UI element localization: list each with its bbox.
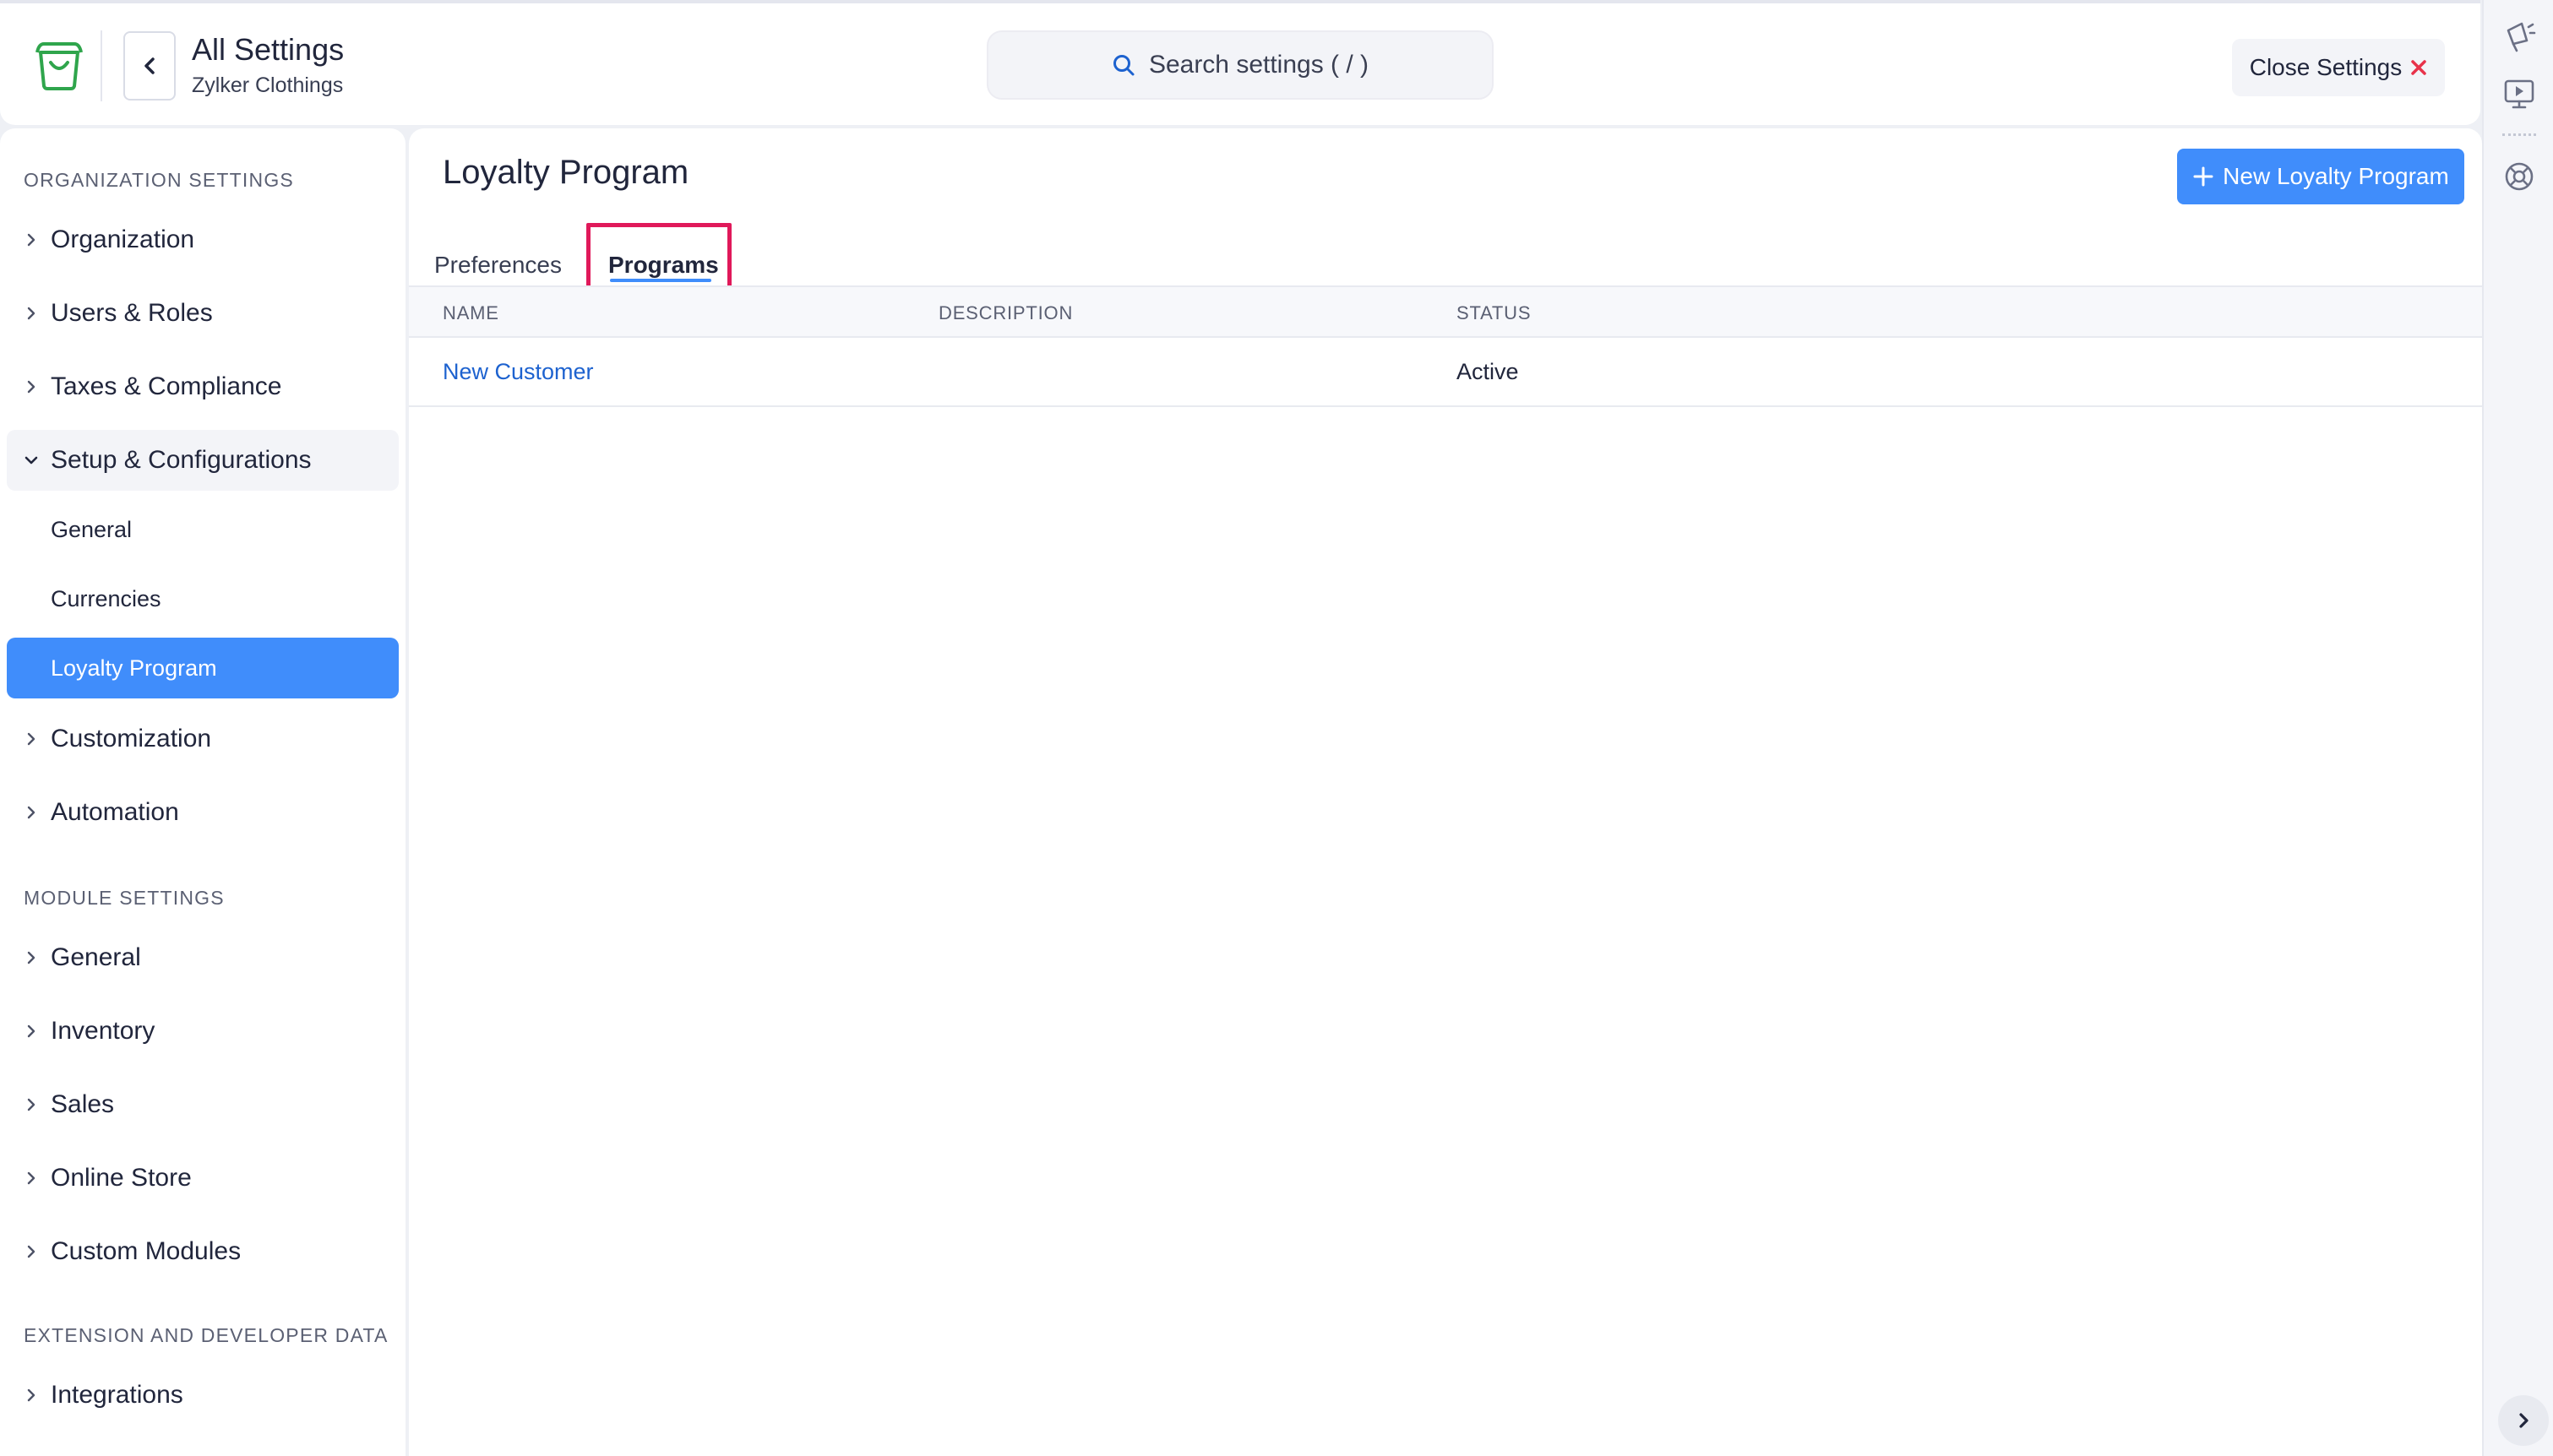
announcement-icon[interactable] (2501, 19, 2537, 54)
chevron-right-icon (2519, 1413, 2529, 1428)
page-title: Loyalty Program (443, 154, 689, 191)
main-content: Loyalty Program New Loyalty Program Pref… (409, 128, 2482, 1456)
settings-header: All Settings Zylker Clothings Search set… (0, 0, 2480, 125)
sidebar-item-customization[interactable]: Customization (7, 709, 399, 769)
sidebar-item-automation[interactable]: Automation (7, 782, 399, 843)
search-placeholder: Search settings ( / ) (1148, 51, 1369, 79)
column-header-name: NAME (443, 302, 499, 323)
chevron-right-icon (27, 1171, 35, 1185)
chevron-right-icon (27, 1024, 35, 1038)
chevron-right-icon (27, 806, 35, 819)
search-icon (1113, 55, 1135, 76)
sidebar-subitem-general[interactable]: General (7, 499, 399, 560)
video-tutorial-icon[interactable] (2501, 76, 2537, 111)
header-divider (101, 30, 102, 101)
organization-name: Zylker Clothings (192, 73, 344, 97)
search-settings-input[interactable]: Search settings ( / ) (987, 30, 1494, 100)
settings-title: All Settings (192, 32, 345, 67)
sidebar-item-label: Users & Roles (51, 299, 213, 327)
sidebar-subitem-label: General (51, 516, 133, 542)
sidebar-item-label: Online Store (51, 1164, 192, 1192)
program-name-link[interactable]: New Customer (443, 338, 594, 405)
shopping-bag-logo-icon (35, 42, 83, 90)
sidebar-item-label: Organization (51, 225, 195, 253)
sidebar-item-label: Integrations (51, 1381, 183, 1409)
sidebar-item-label: Automation (51, 798, 179, 826)
organization-settings-heading: ORGANIZATION SETTINGS (24, 169, 294, 191)
sidebar-item-taxes-compliance[interactable]: Taxes & Compliance (7, 356, 399, 417)
column-header-description: DESCRIPTION (939, 302, 1074, 323)
sidebar-item-organization[interactable]: Organization (7, 209, 399, 270)
rail-divider (2502, 133, 2536, 136)
sidebar-item-label: Custom Modules (51, 1237, 242, 1265)
new-loyalty-program-button[interactable]: New Loyalty Program (2177, 149, 2464, 204)
chevron-right-icon (27, 1388, 35, 1402)
sidebar-item-online-store[interactable]: Online Store (7, 1148, 399, 1209)
settings-sidebar: ORGANIZATION SETTINGS Organization Users… (0, 128, 406, 1456)
expand-rail-button[interactable] (2498, 1395, 2549, 1446)
sidebar-subitem-currencies[interactable]: Currencies (7, 568, 399, 629)
sidebar-item-setup-configurations[interactable]: Setup & Configurations (7, 430, 399, 491)
chevron-right-icon (27, 233, 35, 247)
sidebar-item-label: General (51, 943, 141, 971)
sidebar-subitem-label: Currencies (51, 585, 161, 611)
help-support-icon[interactable] (2501, 159, 2537, 194)
sidebar-item-sales[interactable]: Sales (7, 1074, 399, 1135)
sidebar-item-label: Customization (51, 725, 212, 752)
sidebar-item-label: Inventory (51, 1017, 155, 1045)
sidebar-subitem-loyalty-program[interactable]: Loyalty Program (7, 638, 399, 698)
chevron-right-icon (27, 1245, 35, 1258)
sidebar-item-label: Sales (51, 1090, 115, 1118)
close-settings-button[interactable]: Close Settings (2232, 39, 2445, 96)
sidebar-item-label: Setup & Configurations (51, 446, 312, 474)
extension-developer-heading: EXTENSION AND DEVELOPER DATA (24, 1324, 389, 1346)
sidebar-item-inventory[interactable]: Inventory (7, 1001, 399, 1062)
table-header: NAME DESCRIPTION STATUS (409, 285, 2482, 338)
chevron-right-icon (27, 732, 35, 746)
sidebar-item-users-roles[interactable]: Users & Roles (7, 283, 399, 344)
chevron-right-icon (27, 307, 35, 320)
chevron-right-icon (27, 1098, 35, 1111)
chevron-right-icon (27, 380, 35, 394)
plus-icon (2193, 166, 2213, 187)
close-icon (2411, 60, 2427, 75)
close-settings-label: Close Settings (2249, 54, 2403, 80)
sidebar-item-custom-modules[interactable]: Custom Modules (7, 1221, 399, 1282)
chevron-left-icon (144, 57, 155, 74)
sidebar-item-integrations[interactable]: Integrations (7, 1365, 399, 1426)
new-loyalty-program-label: New Loyalty Program (2223, 163, 2449, 189)
right-utility-rail (2482, 0, 2553, 1456)
module-settings-heading: MODULE SETTINGS (24, 887, 225, 909)
sidebar-subitem-label: Loyalty Program (51, 655, 217, 681)
back-button[interactable] (123, 31, 176, 101)
chevron-down-icon (24, 456, 38, 465)
sidebar-item-label: Taxes & Compliance (51, 372, 282, 400)
table-row[interactable]: New Customer Active (409, 338, 2482, 407)
chevron-right-icon (27, 951, 35, 964)
column-header-status: STATUS (1456, 302, 1532, 323)
sidebar-item-module-general[interactable]: General (7, 927, 399, 988)
program-status: Active (1456, 358, 1519, 384)
